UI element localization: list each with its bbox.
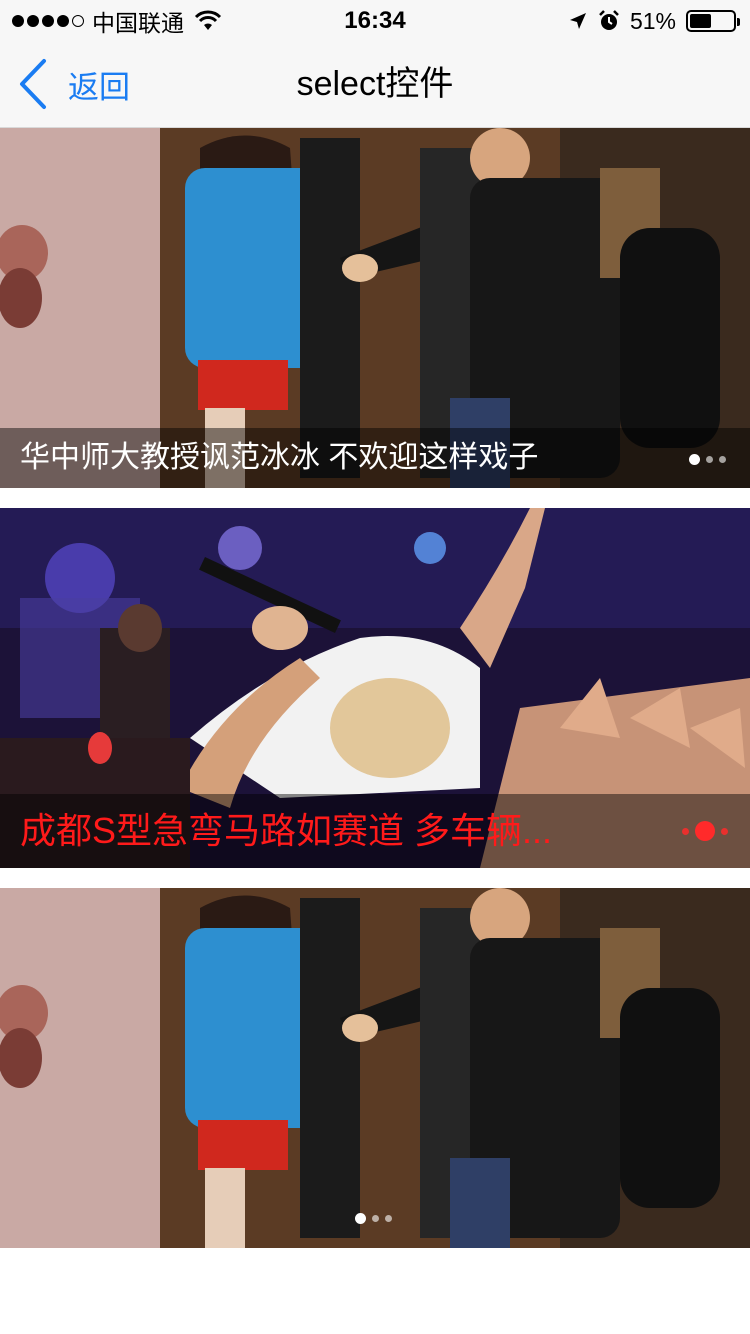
caption-bar: 成都S型急弯马路如赛道 多车辆... [0, 794, 750, 868]
page-dot [689, 454, 700, 465]
page-indicator[interactable] [355, 1213, 392, 1224]
news-photo [0, 888, 750, 1248]
page-indicator[interactable] [682, 821, 728, 841]
page-dot [355, 1213, 366, 1224]
status-bar: 中国联通 16:34 51% [0, 0, 750, 40]
carousel-slide[interactable]: 成都S型急弯马路如赛道 多车辆... [0, 508, 750, 868]
chevron-left-icon [20, 59, 46, 109]
page-dot [695, 821, 715, 841]
caption-bar: 华中师大教授讽范冰冰 不欢迎这样戏子 [0, 428, 750, 488]
carousel-slide[interactable]: 华中师大教授讽范冰冰 不欢迎这样戏子 [0, 128, 750, 488]
page-dot [385, 1215, 392, 1222]
page-dot [682, 827, 689, 835]
battery-icon [686, 10, 740, 32]
status-right: 51% [568, 6, 740, 36]
alarm-icon [599, 10, 619, 30]
battery-fill [690, 14, 712, 28]
back-button[interactable]: 返回 [18, 58, 130, 110]
page-dot [719, 456, 726, 463]
slide-caption: 成都S型急弯马路如赛道 多车辆... [20, 810, 553, 851]
page-dot [721, 827, 728, 835]
page-dot [706, 456, 713, 463]
back-label: 返回 [68, 69, 130, 105]
battery-percent: 51% [629, 7, 676, 34]
page-dot [372, 1215, 379, 1222]
slide-caption: 华中师大教授讽范冰冰 不欢迎这样戏子 [20, 441, 539, 474]
carousel-slide[interactable] [0, 888, 750, 1248]
page-indicator[interactable] [689, 454, 726, 465]
location-arrow-icon [569, 13, 586, 29]
navigation-bar: select控件 返回 [0, 40, 750, 128]
